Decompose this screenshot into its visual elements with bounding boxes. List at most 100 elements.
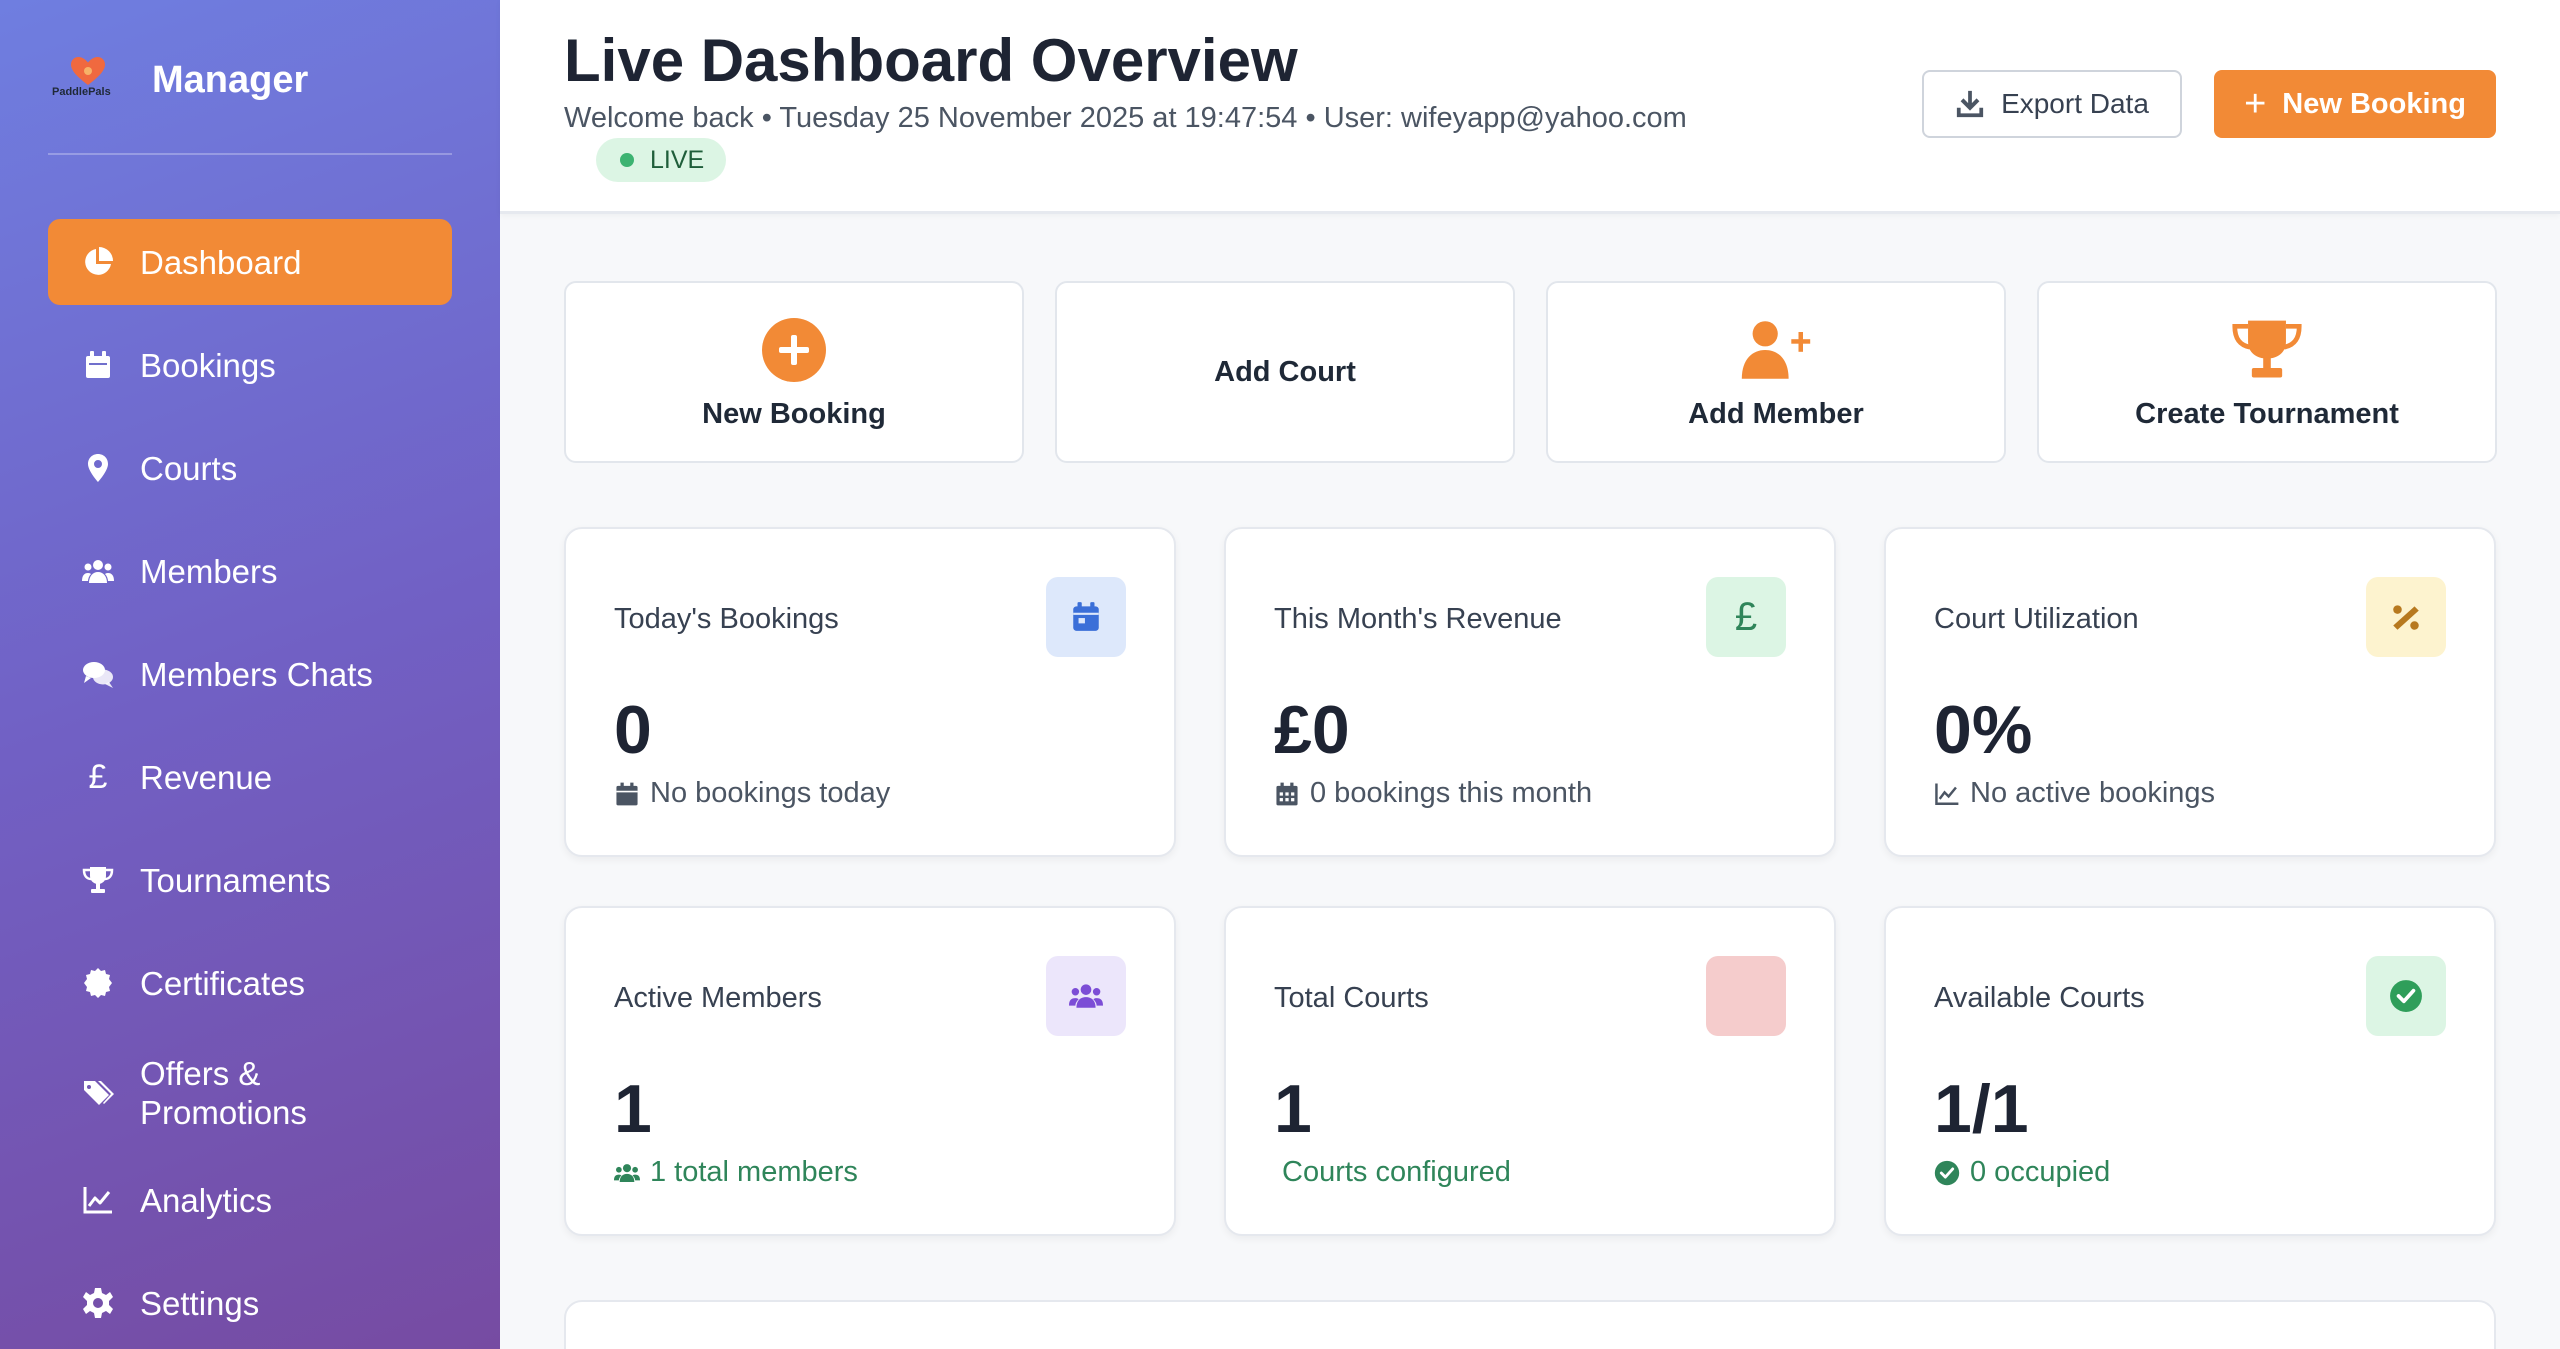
sidebar-item-label: Members Chats xyxy=(140,655,373,693)
check-circle-icon xyxy=(1934,1160,1960,1185)
download-icon xyxy=(1956,90,1984,118)
pound-glyph: £ xyxy=(1734,594,1758,639)
stat-subtext: 0 occupied xyxy=(1934,1156,2110,1189)
calendar-icon xyxy=(616,782,638,805)
brand-title: Manager xyxy=(152,58,309,101)
stat-title: Available Courts xyxy=(1934,982,2145,1014)
stat-title: Active Members xyxy=(614,982,822,1014)
calendar-icon xyxy=(78,345,118,385)
trophy-icon xyxy=(2231,314,2303,386)
quick-action-add-court[interactable]: Add Court xyxy=(1055,281,1515,463)
new-booking-label: New Booking xyxy=(2282,87,2466,120)
pie-chart-icon xyxy=(78,242,118,282)
sidebar-item-analytics[interactable]: Analytics xyxy=(48,1157,452,1243)
stat-subtext-label: 0 occupied xyxy=(1970,1156,2111,1188)
court-icon xyxy=(1706,956,1786,1036)
sidebar-item-tournaments[interactable]: Tournaments xyxy=(48,837,452,923)
gear-icon xyxy=(78,1283,118,1323)
sidebar-item-label: Settings xyxy=(140,1284,260,1322)
sidebar-item-courts[interactable]: Courts xyxy=(48,425,452,511)
stat-subtext: 0 bookings this month xyxy=(1274,777,1592,810)
sidebar-item-members-chats[interactable]: Members Chats xyxy=(48,631,452,717)
map-pin-icon xyxy=(78,448,118,488)
quick-action-label: Create Tournament xyxy=(2135,397,2399,430)
sidebar-item-offers-promotions[interactable]: Offers & Promotions xyxy=(48,1043,452,1143)
sidebar-item-label: Certificates xyxy=(140,964,306,1002)
calendar-icon xyxy=(1046,577,1126,657)
sidebar-item-certificates[interactable]: Certificates xyxy=(48,940,452,1026)
stat-subtext: No bookings today xyxy=(614,777,890,810)
stat-subtext: Courts configured xyxy=(1282,1156,1511,1189)
sidebar-nav: Dashboard Bookings Courts Members Member… xyxy=(48,219,452,1349)
stat-subtext-label: 1 total members xyxy=(650,1156,858,1188)
stat-subtext-label: 0 bookings this month xyxy=(1310,777,1593,809)
export-data-button[interactable]: Export Data xyxy=(1922,70,2182,138)
brand[interactable]: PaddlePals Manager xyxy=(48,48,308,112)
page-header: Live Dashboard Overview Welcome back • T… xyxy=(500,0,2560,214)
line-chart-icon xyxy=(78,1180,118,1220)
brand-logo-text: PaddlePals xyxy=(52,86,111,98)
quick-action-label: Add Member xyxy=(1688,397,1864,430)
sidebar-item-label: Dashboard xyxy=(140,243,302,281)
brand-divider xyxy=(48,153,452,155)
page-title: Live Dashboard Overview xyxy=(564,27,1298,94)
users-icon xyxy=(614,1163,640,1182)
stat-subtext: No active bookings xyxy=(1934,777,2215,810)
sidebar-item-label: Analytics xyxy=(140,1181,273,1219)
sidebar-item-label: Revenue xyxy=(140,758,273,796)
stat-card-available-courts: Available Courts 1/1 0 occupied xyxy=(1884,906,2496,1236)
heart-logo-icon xyxy=(71,57,105,85)
pound-icon: £ xyxy=(1706,577,1786,657)
users-icon xyxy=(78,551,118,591)
stat-value: 1 xyxy=(614,1071,652,1147)
stat-subtext: 1 total members xyxy=(614,1156,858,1189)
plus-circle-icon xyxy=(758,314,830,386)
sidebar-item-label: Tournaments xyxy=(140,861,331,899)
quick-action-new-booking[interactable]: New Booking xyxy=(564,281,1024,463)
sidebar-item-label: Bookings xyxy=(140,346,276,384)
stat-value: 0% xyxy=(1934,692,2033,768)
stat-subtext-label: No active bookings xyxy=(1970,777,2216,809)
stat-value: 0 xyxy=(614,692,652,768)
sidebar-item-bookings[interactable]: Bookings xyxy=(48,322,452,408)
pound-icon: £ xyxy=(78,757,118,797)
stat-card-monthly-revenue: This Month's Revenue £ £0 0 bookings thi… xyxy=(1224,527,1836,857)
new-booking-button[interactable]: + New Booking xyxy=(2214,70,2496,138)
tags-icon xyxy=(78,1073,118,1113)
sidebar-item-label: Members xyxy=(140,552,278,590)
stat-value: 1/1 xyxy=(1934,1071,2029,1147)
stat-card-court-utilization: Court Utilization 0% No active bookings xyxy=(1884,527,2496,857)
stat-card-active-members: Active Members 1 1 total members xyxy=(564,906,1176,1236)
stat-value: 1 xyxy=(1274,1071,1312,1147)
quick-action-label: New Booking xyxy=(702,397,886,430)
stat-title: Total Courts xyxy=(1274,982,1429,1014)
sidebar-item-label: Offers & Promotions xyxy=(140,1055,307,1131)
plus-icon: + xyxy=(2244,83,2267,125)
quick-action-create-tournament[interactable]: Create Tournament xyxy=(2037,281,2497,463)
brand-logo: PaddlePals xyxy=(48,48,120,112)
sidebar-item-dashboard[interactable]: Dashboard xyxy=(48,219,452,305)
chat-icon xyxy=(78,654,118,694)
live-label: LIVE xyxy=(650,145,705,174)
sidebar-item-settings[interactable]: Settings xyxy=(48,1260,452,1346)
sidebar-item-revenue[interactable]: £ Revenue xyxy=(48,734,452,820)
sidebar-item-members[interactable]: Members xyxy=(48,528,452,614)
live-dot-icon xyxy=(620,153,634,167)
quick-action-add-member[interactable]: Add Member xyxy=(1546,281,2006,463)
quick-action-label: Add Court xyxy=(1214,355,1356,388)
trophy-icon xyxy=(78,860,118,900)
content-panel xyxy=(564,1300,2496,1349)
export-data-label: Export Data xyxy=(2001,88,2149,119)
pound-glyph: £ xyxy=(88,757,108,796)
calendar-grid-icon xyxy=(1276,782,1298,805)
stat-title: Court Utilization xyxy=(1934,603,2139,635)
page-subtitle: Welcome back • Tuesday 25 November 2025 … xyxy=(564,102,1687,134)
check-circle-icon xyxy=(2366,956,2446,1036)
stat-title: This Month's Revenue xyxy=(1274,603,1562,635)
certificate-icon xyxy=(78,963,118,1003)
stat-card-todays-bookings: Today's Bookings 0 No bookings today xyxy=(564,527,1176,857)
percent-icon xyxy=(2366,577,2446,657)
stat-title: Today's Bookings xyxy=(614,603,839,635)
sidebar: PaddlePals Manager Dashboard Bookings Co… xyxy=(0,0,500,1349)
stat-subtext-label: No bookings today xyxy=(650,777,891,809)
